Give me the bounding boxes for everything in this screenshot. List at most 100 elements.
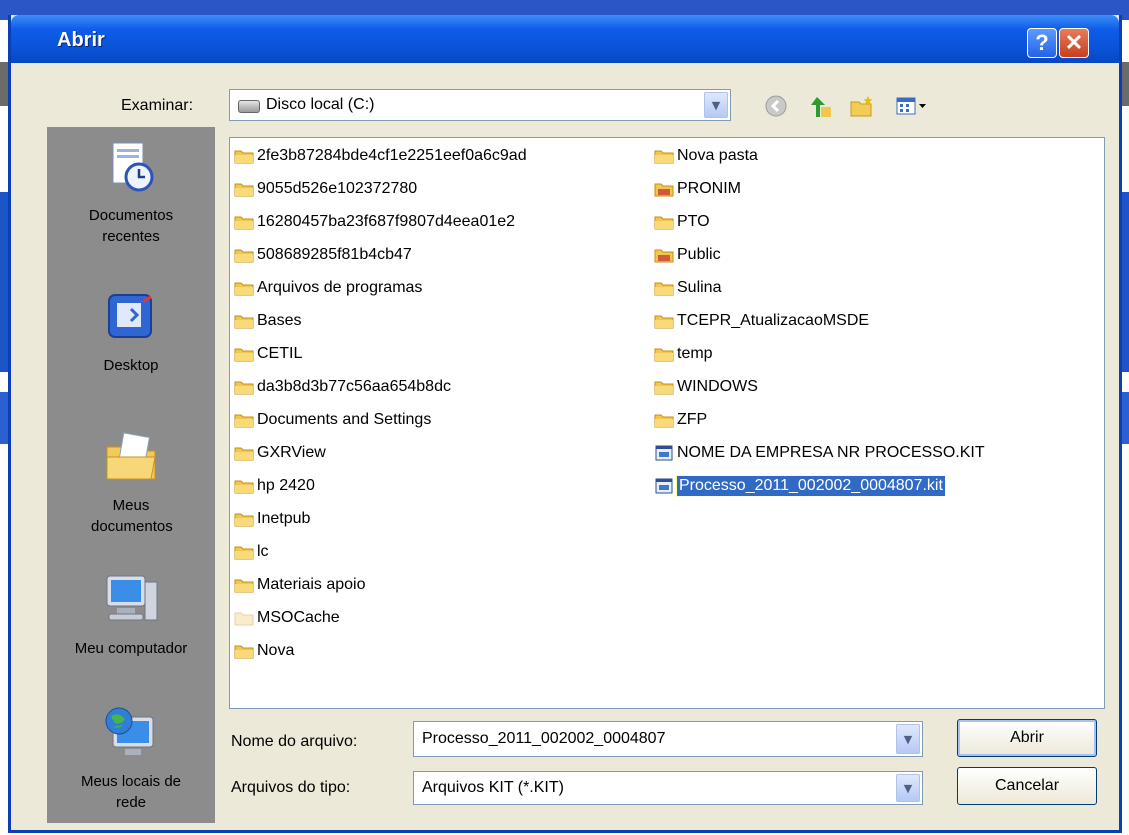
file-list-item-name: lc (257, 543, 269, 560)
shared-folder-icon (654, 247, 677, 263)
folder-icon (234, 643, 257, 659)
folder-icon (654, 379, 677, 395)
hidden-folder-icon (234, 610, 257, 626)
folder-icon (234, 247, 257, 263)
my-computer-icon (106, 575, 158, 621)
view-menu-icon[interactable] (895, 93, 935, 119)
file-list-item[interactable]: Nova pasta (654, 144, 758, 168)
folder-icon (234, 346, 257, 362)
lookin-value: Disco local (C:) (266, 96, 375, 113)
place-label: Meus documentos (91, 497, 173, 535)
file-list[interactable]: 2fe3b87284bde4cf1e2251eef0a6c9ad 9055d526… (229, 137, 1105, 709)
file-list-item[interactable]: Inetpub (234, 507, 310, 531)
help-button[interactable]: ? (1027, 28, 1057, 58)
file-list-item-name: Inetpub (257, 510, 311, 527)
file-list-item-name: TCEPR_AtualizacaoMSDE (677, 312, 870, 329)
kit-file-icon (654, 478, 677, 494)
file-list-item[interactable]: Processo_2011_002002_0004807.kit (654, 474, 946, 498)
place-my-computer[interactable]: Meu computador (47, 572, 215, 659)
file-list-item[interactable]: Documents and Settings (234, 408, 431, 432)
file-list-item[interactable]: hp 2420 (234, 474, 315, 498)
place-label: Meus locais de rede (80, 773, 182, 811)
folder-icon (234, 511, 257, 527)
file-list-item[interactable]: ZFP (654, 408, 707, 432)
chevron-down-icon[interactable]: ▼ (704, 92, 728, 118)
folder-icon (234, 544, 257, 560)
place-label: Documentos recentes (88, 207, 174, 245)
up-folder-icon[interactable] (807, 93, 833, 119)
file-list-item[interactable]: PRONIM (654, 177, 741, 201)
open-button[interactable]: Abrir (957, 719, 1097, 757)
file-list-item[interactable]: 508689285f81b4cb47 (234, 243, 412, 267)
shared-folder-icon (654, 181, 677, 197)
filename-input[interactable]: Processo_2011_002002_0004807 ▼ (413, 721, 923, 757)
file-list-item-name: 16280457ba23f687f9807d4eea01e2 (257, 213, 516, 230)
back-icon[interactable] (763, 93, 789, 119)
file-list-item[interactable]: NOME DA EMPRESA NR PROCESSO.KIT (654, 441, 985, 465)
my-documents-icon (106, 432, 156, 480)
place-my-documents[interactable]: Meus documentos (47, 429, 215, 537)
file-list-item-name: Sulina (677, 279, 722, 296)
file-list-item-name: da3b8d3b77c56aa654b8dc (257, 378, 451, 395)
folder-icon (654, 280, 677, 296)
place-label: Meu computador (74, 640, 188, 657)
file-list-item-name: GXRView (257, 444, 326, 461)
chevron-down-icon[interactable]: ▼ (896, 774, 920, 802)
file-list-item[interactable]: 9055d526e102372780 (234, 177, 417, 201)
file-list-item[interactable]: temp (654, 342, 713, 366)
file-list-item[interactable]: Public (654, 243, 721, 267)
cancel-button[interactable]: Cancelar (957, 767, 1097, 805)
file-list-item[interactable]: da3b8d3b77c56aa654b8dc (234, 375, 451, 399)
file-list-item[interactable]: Bases (234, 309, 301, 333)
folder-icon (234, 313, 257, 329)
filetype-select[interactable]: Arquivos KIT (*.KIT) ▼ (413, 771, 923, 805)
place-desktop[interactable]: Desktop (47, 289, 215, 376)
file-list-item[interactable]: PTO (654, 210, 710, 234)
lookin-combo[interactable]: Disco local (C:) ▼ (229, 89, 731, 121)
file-list-item-name: Documents and Settings (257, 411, 432, 428)
file-list-item-name: NOME DA EMPRESA NR PROCESSO.KIT (677, 444, 985, 461)
file-list-item[interactable]: Arquivos de programas (234, 276, 422, 300)
folder-icon (654, 346, 677, 362)
filetype-value: Arquivos KIT (*.KIT) (422, 779, 564, 796)
file-list-item-name: CETIL (257, 345, 303, 362)
folder-icon (234, 280, 257, 296)
lookin-label: Examinar: (121, 97, 194, 114)
file-list-item[interactable]: lc (234, 540, 269, 564)
file-list-item-name: ZFP (677, 411, 708, 428)
file-list-item[interactable]: TCEPR_AtualizacaoMSDE (654, 309, 869, 333)
file-list-item[interactable]: 2fe3b87284bde4cf1e2251eef0a6c9ad (234, 144, 527, 168)
drive-icon (238, 100, 260, 113)
file-list-item-name: hp 2420 (257, 477, 315, 494)
desktop-icon (108, 294, 152, 338)
folder-icon (654, 313, 677, 329)
folder-icon (654, 412, 677, 428)
place-recent-documents[interactable]: Documentos recentes (47, 139, 215, 247)
folder-icon (654, 148, 677, 164)
file-list-item[interactable]: WINDOWS (654, 375, 758, 399)
file-list-item-name: 9055d526e102372780 (257, 180, 418, 197)
filename-label: Nome do arquivo: (231, 733, 358, 750)
close-button[interactable]: ✕ (1059, 28, 1089, 58)
file-list-item[interactable]: 16280457ba23f687f9807d4eea01e2 (234, 210, 515, 234)
file-list-item[interactable]: CETIL (234, 342, 302, 366)
folder-icon (234, 478, 257, 494)
file-list-item[interactable]: Nova (234, 639, 294, 663)
file-list-item-name: MSOCache (257, 609, 340, 626)
file-list-item[interactable]: Sulina (654, 276, 721, 300)
network-places-icon (105, 707, 154, 755)
folder-icon (234, 379, 257, 395)
places-bar: Documentos recentes Desktop Meus documen… (47, 127, 215, 823)
open-file-dialog: Abrir ? ✕ Examinar: Disco local (C:) ▼ D… (8, 15, 1122, 833)
dialog-titlebar[interactable]: Abrir ? ✕ (11, 15, 1119, 63)
chevron-down-icon[interactable]: ▼ (896, 724, 920, 754)
place-label: Desktop (103, 357, 159, 374)
file-list-item[interactable]: Materiais apoio (234, 573, 366, 597)
file-list-item[interactable]: GXRView (234, 441, 326, 465)
file-list-item-name: Arquivos de programas (257, 279, 423, 296)
folder-icon (234, 577, 257, 593)
folder-icon (234, 412, 257, 428)
new-folder-icon[interactable] (849, 93, 875, 119)
place-network[interactable]: Meus locais de rede (47, 705, 215, 813)
file-list-item[interactable]: MSOCache (234, 606, 340, 630)
